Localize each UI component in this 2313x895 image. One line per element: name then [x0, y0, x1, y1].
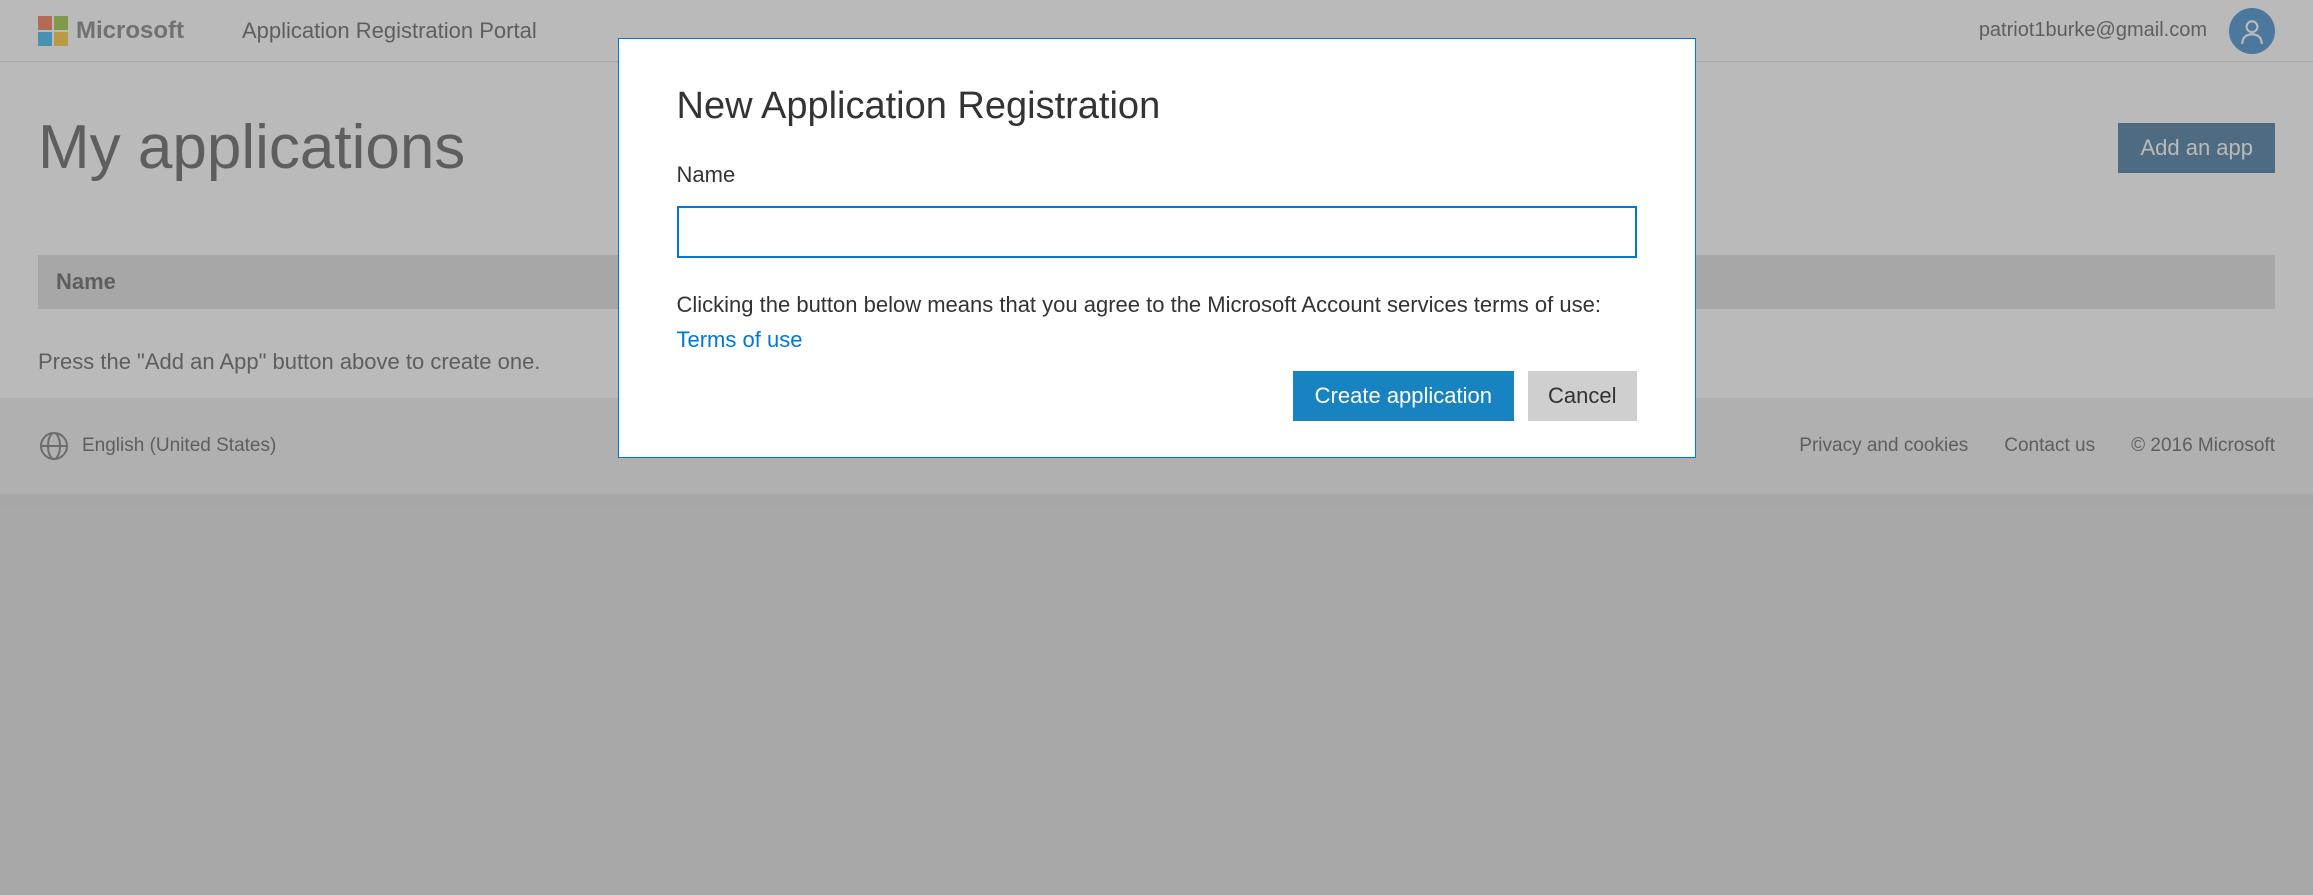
terms-of-use-link[interactable]: Terms of use: [677, 327, 803, 353]
modal-overlay[interactable]: New Application Registration Name Clicki…: [0, 0, 2313, 895]
cancel-button[interactable]: Cancel: [1528, 371, 1636, 421]
create-application-button[interactable]: Create application: [1293, 371, 1514, 421]
app-name-input[interactable]: [677, 206, 1637, 258]
modal-title: New Application Registration: [677, 85, 1637, 128]
new-app-modal: New Application Registration Name Clicki…: [618, 38, 1696, 458]
name-field-label: Name: [677, 162, 1637, 188]
consent-text: Clicking the button below means that you…: [677, 290, 1637, 321]
